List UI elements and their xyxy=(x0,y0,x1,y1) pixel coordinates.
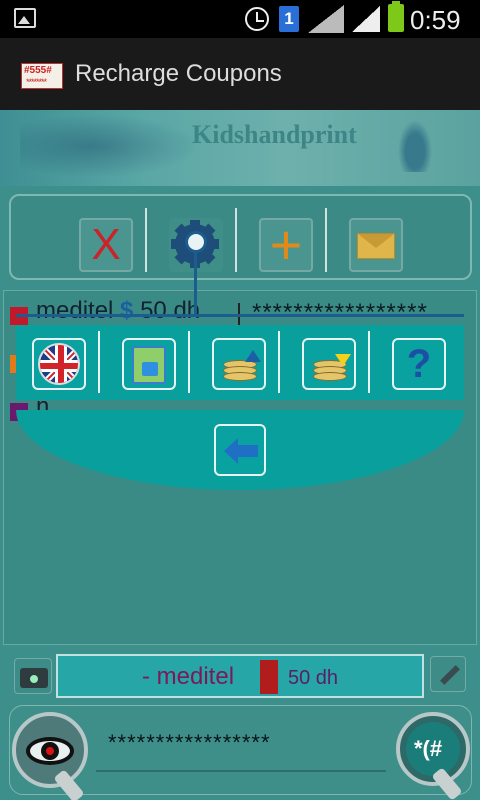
clock: 0:59 xyxy=(410,5,461,35)
mail-button[interactable] xyxy=(349,218,403,272)
banner-art xyxy=(20,114,200,178)
sim-card-icon xyxy=(132,346,166,384)
mail-icon xyxy=(357,233,395,259)
overlay-menu: ? xyxy=(16,325,464,400)
language-button[interactable] xyxy=(32,338,86,390)
operator-color-icon xyxy=(260,660,278,694)
coupon-operator: meditel xyxy=(36,297,114,324)
ad-banner[interactable]: Kidshandprint xyxy=(0,110,480,186)
toolbar-divider xyxy=(145,208,147,272)
coins-upload-icon xyxy=(223,350,261,382)
status-bar: 1 0:59 xyxy=(0,0,480,38)
menu-divider xyxy=(98,331,100,393)
edit-button[interactable] xyxy=(430,656,466,692)
back-arrow-shaft xyxy=(236,445,258,457)
menu-divider xyxy=(368,331,370,393)
pencil-icon xyxy=(440,665,460,685)
help-icon: ? xyxy=(406,342,432,386)
back-button[interactable] xyxy=(214,424,266,476)
action-bar: #555# ******** Recharge Coupons xyxy=(0,38,480,110)
sim-badge-icon: 1 xyxy=(279,6,299,32)
sim-card-button[interactable] xyxy=(122,338,176,390)
add-button[interactable]: + xyxy=(259,217,313,273)
signal-sim1-icon xyxy=(308,5,344,33)
coins-download-icon xyxy=(313,350,351,382)
menu-divider xyxy=(278,331,280,393)
app-icon-stars: ******** xyxy=(26,77,47,87)
coupon-code: ***************** xyxy=(252,299,428,326)
battery-icon xyxy=(388,1,404,32)
export-button[interactable] xyxy=(212,338,266,390)
plus-icon: + xyxy=(269,213,303,276)
code-field[interactable]: ***************** xyxy=(108,730,271,756)
image-icon xyxy=(14,8,36,28)
coin xyxy=(223,372,257,381)
dial-symbol: *(# xyxy=(414,736,443,761)
app-title: Recharge Coupons xyxy=(75,60,282,87)
code-panel: ***************** *(# xyxy=(9,705,472,795)
lock-icon xyxy=(142,362,158,376)
signal-icon xyxy=(352,6,380,32)
delete-button[interactable]: X xyxy=(79,218,133,272)
pointer-dot xyxy=(185,231,207,253)
pointer-line xyxy=(194,242,197,316)
handprint-icon xyxy=(398,120,432,172)
selected-operator: - meditel xyxy=(142,663,235,690)
code-underline xyxy=(96,770,386,772)
arrow-down-icon xyxy=(335,354,351,366)
banner-text: Kidshandprint xyxy=(192,120,357,149)
flag-red-cross xyxy=(58,345,64,383)
coupon-label: meditel $ 50 dh xyxy=(36,297,200,325)
selected-amount: 50 dh xyxy=(288,667,339,689)
show-code-button[interactable] xyxy=(12,712,88,788)
coupon-amount: 50 dh xyxy=(140,297,201,324)
toolbar-divider xyxy=(325,208,327,272)
eye-pupil xyxy=(41,742,59,760)
close-icon: X xyxy=(91,220,121,269)
camera-button[interactable] xyxy=(14,658,52,694)
selected-coupon[interactable]: - meditel 50 dh xyxy=(56,654,424,698)
toolbar: X + xyxy=(9,194,472,280)
pointer-line xyxy=(16,314,464,317)
camera-lens xyxy=(28,673,40,685)
uk-flag-icon xyxy=(38,343,80,385)
menu-divider xyxy=(188,331,190,393)
app-icon[interactable]: #555# ******** xyxy=(21,63,63,89)
coin xyxy=(313,372,347,381)
alarm-icon xyxy=(245,7,269,31)
app-icon-code: #555# xyxy=(24,65,52,76)
import-button[interactable] xyxy=(302,338,356,390)
toolbar-divider xyxy=(235,208,237,272)
dollar-icon: $ xyxy=(120,297,134,324)
dial-icon: *(# xyxy=(406,722,460,776)
arrow-up-icon xyxy=(245,350,261,362)
help-button[interactable]: ? xyxy=(392,338,446,390)
